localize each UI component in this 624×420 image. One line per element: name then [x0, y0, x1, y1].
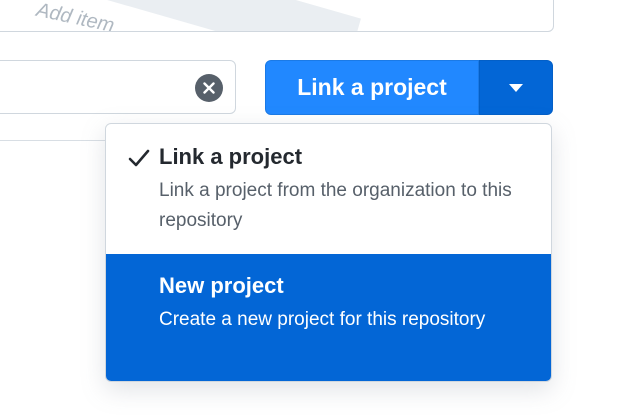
- card-decoration: [96, 0, 361, 31]
- menu-item-description: Link a project from the organization to …: [159, 180, 512, 231]
- x-circle-icon[interactable]: [195, 74, 223, 102]
- section-divider: [0, 140, 108, 141]
- link-project-split-button: Link a project: [265, 60, 553, 115]
- dropdown-toggle-button[interactable]: [479, 60, 553, 115]
- search-input[interactable]: [7, 69, 181, 107]
- menu-item-title: Link a project: [159, 144, 303, 169]
- menu-item-link-project[interactable]: Link a project Link a project from the o…: [106, 124, 551, 254]
- triangle-down-icon: [509, 79, 523, 97]
- project-dropdown-menu: Link a project Link a project from the o…: [105, 123, 552, 382]
- menu-item-title: New project: [159, 273, 284, 298]
- link-project-button[interactable]: Link a project: [265, 60, 479, 115]
- add-item-card: Add item: [0, 0, 554, 32]
- menu-item-description: Create a new project for this repository: [159, 309, 486, 330]
- search-field: [0, 60, 236, 114]
- add-item-placeholder: Add item: [34, 0, 117, 32]
- check-icon: [128, 148, 150, 168]
- menu-item-new-project[interactable]: New project Create a new project for thi…: [106, 254, 551, 381]
